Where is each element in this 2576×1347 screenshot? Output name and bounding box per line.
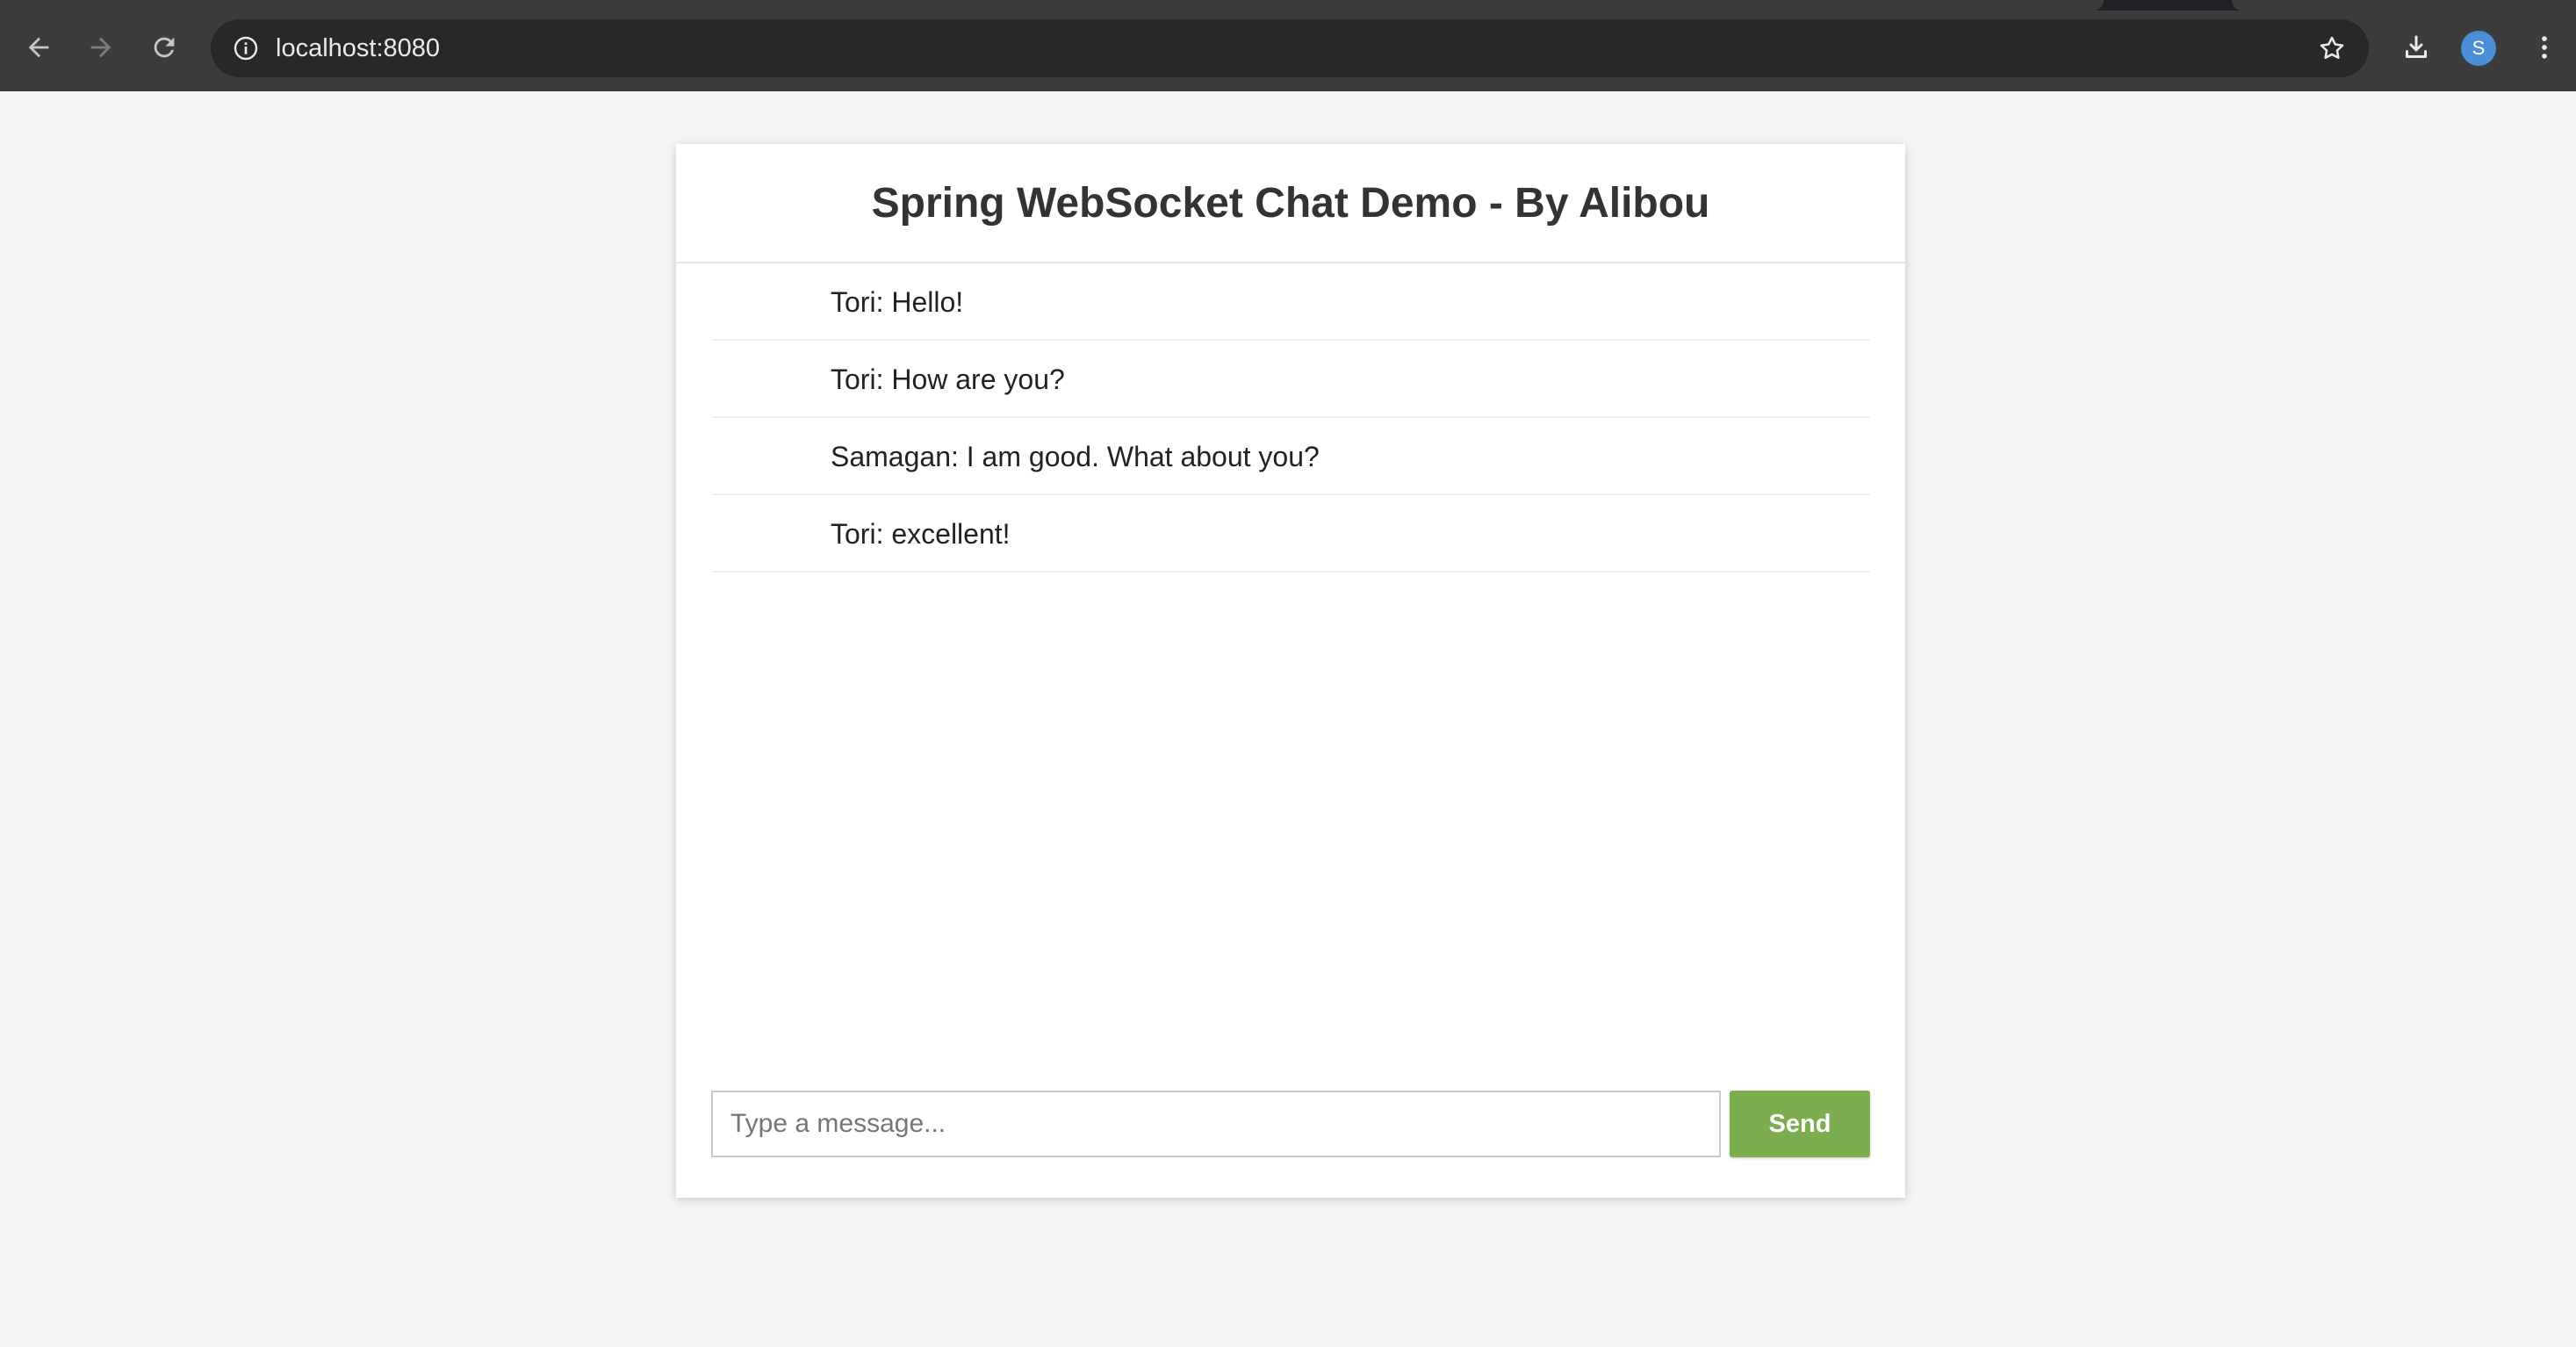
avatar[interactable]: S (2461, 31, 2496, 66)
chat-message: Tori: How are you? (711, 341, 1870, 418)
inactive-tab[interactable] (2232, 0, 2576, 11)
star-icon[interactable] (2314, 31, 2349, 66)
active-tab[interactable] (0, 0, 2104, 11)
chat-message: Tori: Hello! (711, 263, 1870, 341)
chat-message: Samagan: I am good. What about you? (711, 418, 1870, 495)
forward-arrow-icon (90, 37, 112, 58)
forward-button[interactable] (80, 26, 122, 68)
chat-message: Tori: excellent! (711, 495, 1870, 573)
kebab-menu-icon[interactable] (2523, 26, 2565, 68)
back-arrow-icon (28, 37, 49, 58)
reload-icon (154, 37, 175, 58)
send-button[interactable]: Send (1730, 1091, 1870, 1157)
address-bar[interactable]: localhost:8080 (211, 19, 2369, 77)
tab-strip (0, 0, 2576, 11)
page-title: Spring WebSocket Chat Demo - By Alibou (871, 179, 1710, 227)
reload-button[interactable] (143, 26, 185, 68)
back-button[interactable] (18, 26, 60, 68)
message-input[interactable] (711, 1091, 1721, 1157)
download-icon[interactable] (2395, 26, 2437, 68)
message-list: Tori: Hello! Tori: How are you? Samagan:… (711, 263, 1870, 573)
chat-header: Spring WebSocket Chat Demo - By Alibou (676, 144, 1905, 263)
browser-toolbar: localhost:8080 S (0, 0, 2576, 91)
chat-container: Spring WebSocket Chat Demo - By Alibou T… (676, 144, 1905, 1198)
message-form: Send (711, 1091, 1870, 1157)
url-text[interactable]: localhost:8080 (276, 19, 440, 77)
info-icon[interactable] (228, 31, 263, 66)
